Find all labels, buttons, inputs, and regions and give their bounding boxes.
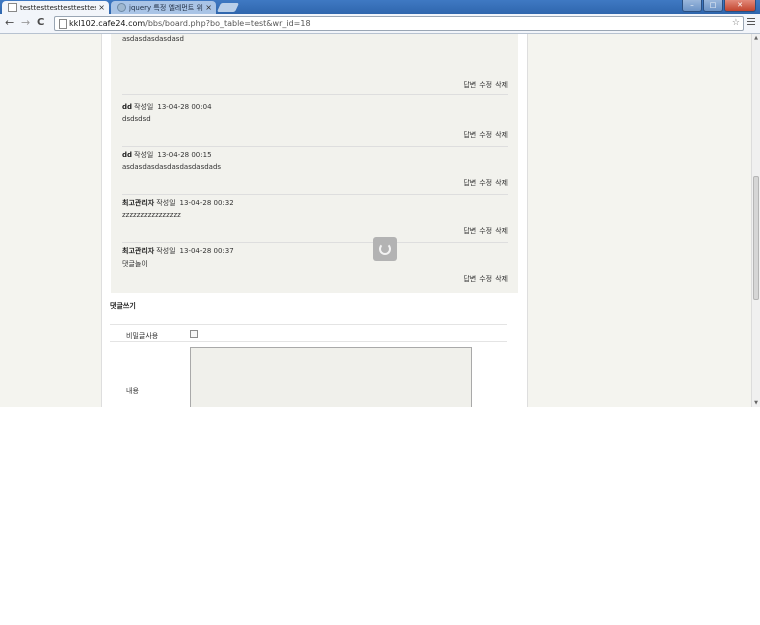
page-favicon-icon [8, 3, 17, 12]
comment-actions: 답변 수정 삭제 [460, 130, 508, 140]
bookmark-star-icon[interactable]: ☆ [732, 17, 740, 30]
comment-body: dsdsdsd [122, 115, 151, 123]
delete-link[interactable]: 삭제 [495, 227, 508, 235]
delete-link[interactable]: 삭제 [495, 81, 508, 89]
delete-link[interactable]: 삭제 [495, 179, 508, 187]
page-icon [59, 19, 67, 29]
comment-item: 최고관리자 작성일 13-04-28 00:37 댓글놀이 답변 수정 삭제 [122, 246, 508, 290]
comment-item: dd 작성일 13-04-28 00:15 asdasdasdasdasdasdas… [122, 150, 508, 195]
content-label: 내용 [126, 387, 139, 395]
comment-author: 최고관리자 [122, 247, 155, 255]
comment-date: 13-04-28 00:15 [157, 151, 212, 159]
comment-header: 최고관리자 작성일 13-04-28 00:32 [122, 198, 234, 208]
window-controls: – □ ✕ [681, 0, 756, 12]
url-host: kkl102.cafe24.com [69, 19, 146, 28]
secret-comment-label: 비밀글사용 [126, 332, 159, 340]
back-arrow-icon[interactable]: ← [5, 17, 14, 29]
comment-date-label: 작성일 [134, 151, 154, 159]
edit-link[interactable]: 수정 [479, 179, 492, 187]
secret-comment-checkbox[interactable] [190, 330, 198, 338]
scrollbar-thumb[interactable] [753, 176, 759, 300]
comment-body: zzzzzzzzzzzzzzzz [122, 211, 181, 219]
edit-link[interactable]: 수정 [479, 131, 492, 139]
comment-list: asdasdasdasdasd 답변 수정 삭제 dd 작성일 13-04-28 00:… [111, 34, 518, 293]
comment-author: 최고관리자 [122, 199, 155, 207]
comment-author: dd [122, 151, 133, 159]
edit-link[interactable]: 수정 [479, 227, 492, 235]
browser-window: testtesttesttesttesttesttest × jquery 특정… [0, 0, 760, 407]
board-container: asdasdasdasdasd 답변 수정 삭제 dd 작성일 13-04-28 00:… [101, 34, 528, 407]
edit-link[interactable]: 수정 [479, 81, 492, 89]
new-tab-button[interactable] [216, 3, 240, 12]
comment-item: dd 작성일 13-04-28 00:04 dsdsdsd 답변 수정 삭제 [122, 102, 508, 147]
comment-item: asdasdasdasdasd 답변 수정 삭제 [122, 34, 508, 95]
divider [110, 341, 507, 342]
comment-body: asdasdasdasdasdasdasdads [122, 163, 222, 171]
spinner-ring [379, 243, 391, 255]
comment-item: 최고관리자 작성일 13-04-28 00:32 zzzzzzzzzzzzzzzz … [122, 198, 508, 243]
tab-title: testtesttesttesttesttesttest [20, 3, 97, 12]
comment-body: asdasdasdasdasd [122, 35, 184, 43]
delete-link[interactable]: 삭제 [495, 275, 508, 283]
tab-inactive[interactable]: jquery 특정 엘레먼트 위 × [111, 1, 216, 14]
address-bar[interactable]: kkl102.cafe24.com/bbs/board.php?bo_table… [54, 16, 744, 31]
reply-link[interactable]: 답변 [463, 227, 476, 235]
edit-link[interactable]: 수정 [479, 275, 492, 283]
reply-link[interactable]: 답변 [463, 81, 476, 89]
comment-date: 13-04-28 00:37 [179, 247, 234, 255]
comment-header: dd 작성일 13-04-28 00:15 [122, 150, 212, 160]
comment-actions: 답변 수정 삭제 [460, 178, 508, 188]
comment-header: 최고관리자 작성일 13-04-28 00:37 [122, 246, 234, 256]
forward-arrow-icon[interactable]: → [21, 17, 30, 29]
reload-icon[interactable]: C [37, 17, 44, 29]
comment-date-label: 작성일 [134, 103, 154, 111]
comment-date-label: 작성일 [156, 199, 176, 207]
browser-toolbar: ← → C kkl102.cafe24.com/bbs/board.php?bo… [0, 14, 760, 34]
loading-spinner-icon [373, 237, 397, 261]
url-text: kkl102.cafe24.com/bbs/board.php?bo_table… [69, 17, 311, 30]
comment-actions: 답변 수정 삭제 [460, 274, 508, 284]
menu-icon[interactable] [747, 18, 755, 27]
comment-header: dd 작성일 13-04-28 00:04 [122, 102, 212, 112]
page-viewport: asdasdasdasdasd 답변 수정 삭제 dd 작성일 13-04-28 00:… [0, 34, 751, 407]
comment-content-textarea[interactable] [190, 347, 472, 407]
reply-link[interactable]: 답변 [463, 275, 476, 283]
tab-title: jquery 특정 엘레먼트 위 [129, 3, 203, 12]
comment-actions: 답변 수정 삭제 [460, 80, 508, 90]
delete-link[interactable]: 삭제 [495, 131, 508, 139]
site-favicon-icon [117, 3, 126, 12]
tab-close-icon[interactable]: × [98, 3, 105, 12]
reply-link[interactable]: 답변 [463, 131, 476, 139]
minimize-button[interactable]: – [682, 0, 702, 12]
close-window-button[interactable]: ✕ [724, 0, 756, 12]
comment-date-label: 작성일 [156, 247, 176, 255]
tab-close-icon[interactable]: × [205, 3, 212, 12]
divider [110, 324, 507, 325]
url-path: /bbs/board.php?bo_table=test&wr_id=18 [145, 19, 311, 28]
scroll-up-arrow-icon[interactable]: ▲ [753, 35, 759, 41]
tab-strip: testtesttesttesttesttesttest × jquery 특정… [0, 0, 760, 14]
comment-form-title: 댓글쓰기 [110, 302, 136, 310]
tab-active[interactable]: testtesttesttesttesttesttest × [2, 1, 109, 14]
scroll-down-arrow-icon[interactable]: ▼ [753, 400, 759, 406]
maximize-button[interactable]: □ [703, 0, 723, 12]
vertical-scrollbar[interactable]: ▲ ▼ [751, 34, 760, 407]
comment-actions: 답변 수정 삭제 [460, 226, 508, 236]
comment-date: 13-04-28 00:32 [179, 199, 234, 207]
comment-date: 13-04-28 00:04 [157, 103, 212, 111]
comment-author: dd [122, 103, 133, 111]
comment-body: 댓글놀이 [122, 260, 148, 268]
reply-link[interactable]: 답변 [463, 179, 476, 187]
